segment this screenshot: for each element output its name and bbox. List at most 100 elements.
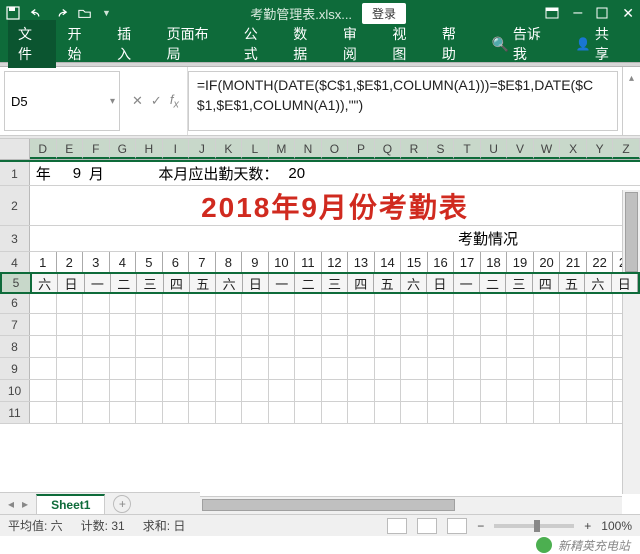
column-header[interactable]: P [348,139,375,159]
empty-cell[interactable] [163,358,190,379]
empty-cell[interactable] [30,358,57,379]
empty-cell[interactable] [587,314,614,335]
empty-cell[interactable] [216,402,243,423]
empty-cell[interactable] [110,402,137,423]
day-number-cell[interactable]: 6 [163,252,190,273]
empty-cell[interactable] [481,358,508,379]
day-number-cell[interactable]: 16 [428,252,455,273]
weekday-cell[interactable]: 六 [585,274,611,292]
empty-cell[interactable] [163,336,190,357]
add-sheet-icon[interactable]: + [113,495,131,513]
empty-cell[interactable] [375,380,402,401]
formula-expand-icon[interactable]: ▴ [622,67,640,135]
empty-cell[interactable] [454,402,481,423]
column-header[interactable]: U [481,139,508,159]
empty-cell[interactable] [587,380,614,401]
weekday-cell[interactable]: 二 [111,274,137,292]
minimize-icon[interactable]: – [573,9,582,17]
empty-cell[interactable] [57,292,84,313]
empty-cell[interactable] [136,358,163,379]
empty-cell[interactable] [401,292,428,313]
empty-cell[interactable] [57,358,84,379]
empty-cell[interactable] [136,336,163,357]
empty-cell[interactable] [428,380,455,401]
empty-cell[interactable] [481,380,508,401]
empty-cell[interactable] [348,314,375,335]
empty-cell[interactable] [481,336,508,357]
empty-cell[interactable] [295,358,322,379]
weekday-cell[interactable]: 日 [243,274,269,292]
empty-cell[interactable] [428,314,455,335]
empty-cell[interactable] [348,380,375,401]
weekday-cell[interactable]: 二 [480,274,506,292]
empty-cell[interactable] [30,380,57,401]
empty-cell[interactable] [481,292,508,313]
day-number-cell[interactable]: 17 [454,252,481,273]
day-number-cell[interactable]: 14 [375,252,402,273]
empty-cell[interactable] [401,314,428,335]
empty-cell[interactable] [507,292,534,313]
open-folder-icon[interactable] [78,6,92,20]
empty-cell[interactable] [110,358,137,379]
day-number-cell[interactable]: 7 [189,252,216,273]
day-number-cell[interactable]: 2 [57,252,84,273]
redo-icon[interactable] [54,6,68,20]
empty-cell[interactable] [534,336,561,357]
tab-view[interactable]: 视图 [382,20,430,68]
empty-cell[interactable] [242,292,269,313]
empty-cell[interactable] [560,402,587,423]
empty-cell[interactable] [295,314,322,335]
empty-cell[interactable] [375,336,402,357]
zoom-level[interactable]: 100% [601,519,632,533]
empty-cell[interactable] [295,336,322,357]
empty-cell[interactable] [83,292,110,313]
weekday-cell[interactable]: 四 [164,274,190,292]
column-header[interactable]: O [322,139,349,159]
empty-cell[interactable] [242,336,269,357]
fx-icon[interactable]: fx [170,92,179,111]
empty-cell[interactable] [242,402,269,423]
empty-cell[interactable] [428,336,455,357]
day-number-cell[interactable]: 22 [587,252,614,273]
empty-cell[interactable] [401,380,428,401]
column-header[interactable]: D [30,139,57,159]
empty-cell[interactable] [322,314,349,335]
empty-cell[interactable] [216,314,243,335]
zoom-in-icon[interactable]: + [584,519,591,533]
empty-cell[interactable] [83,380,110,401]
tab-review[interactable]: 审阅 [333,20,381,68]
row-header[interactable]: 11 [0,402,30,423]
column-header[interactable]: V [507,139,534,159]
column-header[interactable]: X [560,139,587,159]
empty-cell[interactable] [136,380,163,401]
tab-data[interactable]: 数据 [283,20,331,68]
empty-cell[interactable] [110,380,137,401]
zoom-out-icon[interactable]: − [477,519,484,533]
empty-cell[interactable] [242,314,269,335]
day-number-cell[interactable]: 9 [242,252,269,273]
sheet-nav-next-icon[interactable]: ▸ [22,497,28,511]
view-page-layout-icon[interactable] [417,518,437,534]
column-header[interactable]: I [163,139,190,159]
empty-cell[interactable] [189,292,216,313]
empty-cell[interactable] [295,402,322,423]
tellme[interactable]: 🔍告诉我 [481,20,563,68]
ribbon-display-icon[interactable] [545,7,559,19]
empty-cell[interactable] [481,314,508,335]
empty-cell[interactable] [401,402,428,423]
empty-cell[interactable] [428,402,455,423]
empty-cell[interactable] [454,380,481,401]
empty-cell[interactable] [110,292,137,313]
empty-cell[interactable] [83,402,110,423]
empty-cell[interactable] [454,292,481,313]
empty-cell[interactable] [348,336,375,357]
zoom-slider[interactable] [494,524,574,528]
empty-cell[interactable] [587,292,614,313]
weekday-cell[interactable]: 三 [137,274,163,292]
empty-cell[interactable] [348,402,375,423]
empty-cell[interactable] [560,358,587,379]
empty-cell[interactable] [189,358,216,379]
empty-cell[interactable] [269,314,296,335]
empty-cell[interactable] [454,358,481,379]
tab-formulas[interactable]: 公式 [234,20,282,68]
